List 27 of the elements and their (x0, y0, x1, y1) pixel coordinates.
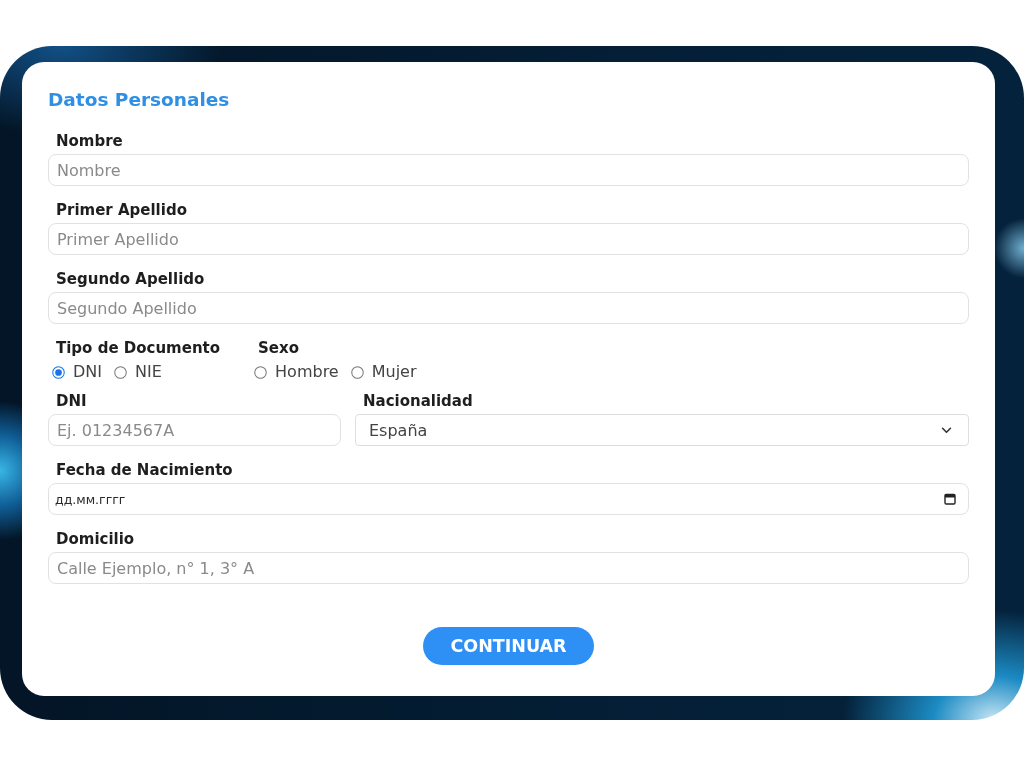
field-label: Fecha de Nacimiento (55, 460, 233, 480)
calendar-icon[interactable] (944, 493, 956, 505)
field-label: Nombre (55, 131, 123, 151)
radio-option[interactable]: DNI (52, 362, 102, 382)
field-label: Tipo de Documento (55, 338, 221, 358)
radio-icon[interactable] (350, 365, 364, 379)
field-label: Domicilio (55, 529, 135, 549)
radio-icon[interactable] (114, 365, 127, 379)
radio-option[interactable]: Hombre (254, 362, 339, 382)
radio-icon[interactable] (52, 365, 65, 379)
text-input[interactable]: Nombre (48, 154, 969, 186)
dropdown-select[interactable]: España (355, 414, 969, 446)
radio-option[interactable]: NIE (114, 362, 162, 382)
form-title: Datos Personales (48, 88, 230, 112)
radio-option[interactable]: Mujer (350, 362, 417, 382)
radio-icon[interactable] (254, 365, 268, 379)
text-input[interactable]: Calle Ejemplo, n° 1, 3° A (48, 552, 969, 584)
field-label: DNI (55, 391, 87, 411)
field-label: Sexo (257, 338, 300, 358)
field-label: Primer Apellido (55, 200, 187, 220)
text-input[interactable]: Segundo Apellido (48, 292, 969, 324)
text-input[interactable]: Primer Apellido (48, 223, 969, 255)
field-label: Nacionalidad (362, 391, 473, 411)
date-input[interactable]: дд.мм.гггг (48, 483, 969, 515)
chevron-down-icon (941, 426, 952, 434)
text-input[interactable]: Ej. 01234567A (48, 414, 341, 446)
field-label: Segundo Apellido (55, 269, 205, 289)
